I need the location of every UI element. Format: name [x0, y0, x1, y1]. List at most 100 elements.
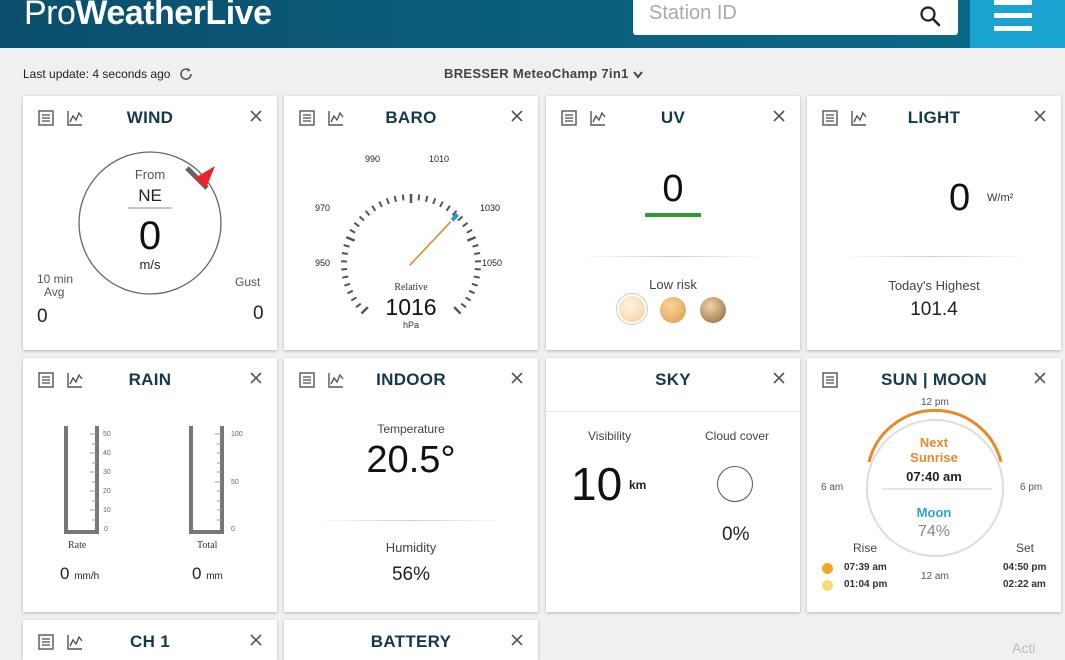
- ch1-card: CH 1: [23, 620, 277, 660]
- baro-tick: [344, 245, 350, 247]
- next-event: Sunrise: [807, 450, 1061, 465]
- card-title: RAIN: [23, 370, 277, 390]
- app-header: ProWeatherLive: [0, 0, 1065, 48]
- close-icon[interactable]: [510, 371, 524, 385]
- baro-tick: [467, 230, 472, 233]
- wind-from-label: From: [23, 167, 277, 182]
- baro-tick: [360, 216, 364, 220]
- sky-card: SKY Visibility 10 km Cloud cover 0%: [546, 358, 800, 612]
- baro-tick-1010: 1010: [429, 154, 449, 164]
- visibility-value: 10: [571, 457, 622, 511]
- rain-total-scale-0: 0: [231, 526, 235, 533]
- light-highest-value: 101.4: [807, 299, 1061, 321]
- baro-card: BARO 950 970 990 1010 1030 1050 Relative…: [284, 96, 538, 350]
- light-value: 0: [949, 177, 970, 220]
- rain-total-scale-100: 100: [231, 431, 243, 438]
- baro-tick: [350, 230, 355, 233]
- uv-card: UV 0 Low risk: [546, 96, 800, 350]
- baro-tick: [403, 194, 404, 200]
- menu-button[interactable]: [970, 0, 1065, 48]
- baro-tick-970: 970: [315, 203, 330, 213]
- baro-tick: [467, 237, 475, 240]
- rain-total-value: 0 mm: [192, 564, 223, 584]
- divider: [546, 411, 800, 412]
- visibility-unit: km: [629, 478, 646, 492]
- wind-avg-label: 10 min: [37, 272, 73, 286]
- set-label: Set: [1016, 541, 1034, 555]
- card-title: BARO: [284, 108, 538, 128]
- close-icon[interactable]: [510, 109, 524, 123]
- baro-tick: [440, 202, 443, 207]
- indoor-humidity-value: 56%: [284, 564, 538, 586]
- label-12pm: 12 pm: [921, 397, 949, 408]
- next-time: 07:40 am: [807, 469, 1061, 484]
- baro-tick: [447, 206, 450, 211]
- uv-level-bar: [645, 213, 701, 217]
- uv-value: 0: [546, 168, 800, 211]
- indoor-temp-value: 20.5°: [284, 439, 538, 482]
- search-icon[interactable]: [918, 4, 942, 28]
- sun-rise-time: 07:39 am: [844, 562, 887, 573]
- station-selector[interactable]: BRESSER MeteoChamp 7in1: [444, 66, 644, 81]
- card-title: SKY: [546, 370, 800, 390]
- last-update-text: Last update: 4 seconds ago: [23, 67, 170, 81]
- menu-bar: [994, 0, 1032, 5]
- next-label: Next: [807, 435, 1061, 450]
- rain-rate-scale-20: 20: [103, 488, 111, 495]
- light-highest-label: Today's Highest: [807, 278, 1061, 293]
- indoor-card: INDOOR Temperature 20.5° Humidity 56%: [284, 358, 538, 612]
- cloud-cover-label: Cloud cover: [705, 429, 769, 443]
- moon-label: Moon: [807, 505, 1061, 520]
- rise-label: Rise: [853, 541, 877, 555]
- light-card: LIGHT 0 W/m² Today's Highest 101.4: [807, 96, 1061, 350]
- baro-tick: [474, 253, 480, 254]
- baro-tick: [366, 211, 370, 216]
- card-title: BATTERY: [284, 632, 538, 652]
- card-title: LIGHT: [807, 108, 1061, 128]
- rain-card: RAIN 50 40 30 20 10 0 100 50 0 Rate Tota…: [23, 358, 277, 612]
- refresh-icon[interactable]: [178, 66, 194, 82]
- rain-rate-scale-40: 40: [103, 450, 111, 457]
- close-icon[interactable]: [510, 633, 524, 647]
- skin-type-dark[interactable]: [700, 297, 726, 323]
- sun-icon: [822, 563, 833, 574]
- baro-unit: hPa: [284, 320, 538, 330]
- baro-tick: [387, 198, 389, 204]
- baro-tick-1050: 1050: [482, 258, 502, 268]
- rain-rate-scale-50: 50: [103, 431, 111, 438]
- rain-rate-scale-10: 10: [103, 507, 111, 514]
- baro-tick-950: 950: [315, 258, 330, 268]
- moon-percent: 74%: [807, 523, 1061, 541]
- battery-card: BATTERY: [284, 620, 538, 660]
- card-title: CH 1: [23, 632, 277, 652]
- moon-rise-time: 01:04 pm: [844, 579, 887, 590]
- baro-tick: [346, 237, 354, 240]
- logo[interactable]: ProWeatherLive: [24, 0, 271, 33]
- close-icon[interactable]: [249, 371, 263, 385]
- rain-rate-label: Rate: [68, 540, 86, 551]
- divider: [576, 256, 770, 257]
- rain-rate-gauge: [61, 424, 121, 544]
- skin-type-light[interactable]: [619, 296, 645, 322]
- menu-bar: [994, 26, 1032, 31]
- baro-relative-label: Relative: [284, 282, 538, 293]
- skin-type-medium[interactable]: [660, 297, 686, 323]
- label-12am: 12 am: [921, 571, 949, 582]
- menu-bar: [994, 13, 1032, 18]
- baro-tick: [473, 245, 479, 247]
- wind-avg-label-2: Avg: [44, 285, 64, 299]
- baro-tick: [463, 223, 468, 227]
- baro-tick: [426, 196, 427, 202]
- station-name: BRESSER MeteoChamp 7in1: [444, 66, 629, 81]
- wind-unit: m/s: [23, 257, 277, 272]
- divider: [837, 256, 1031, 257]
- wind-avg-value: 0: [37, 306, 48, 328]
- baro-tick: [379, 202, 382, 207]
- close-icon[interactable]: [772, 109, 786, 123]
- close-icon[interactable]: [249, 633, 263, 647]
- close-icon[interactable]: [772, 371, 786, 385]
- close-icon[interactable]: [1033, 109, 1047, 123]
- station-id-input[interactable]: [647, 0, 911, 28]
- rain-rate-scale-30: 30: [103, 469, 111, 476]
- cloud-cover-indicator: [717, 466, 753, 502]
